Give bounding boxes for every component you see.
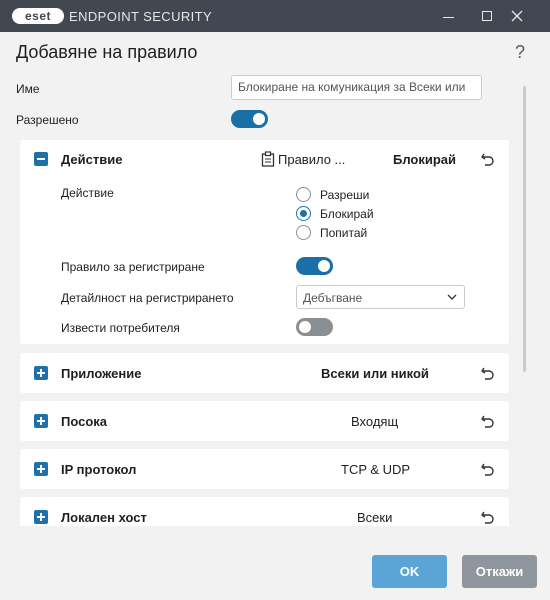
ok-button[interactable]: OK [372, 555, 447, 588]
section-value: Всеки [357, 510, 393, 525]
help-icon[interactable]: ? [515, 42, 525, 63]
action-label: Действие [61, 186, 114, 200]
section-title: Посока [61, 414, 108, 429]
expand-icon[interactable] [34, 510, 48, 524]
radio-block-label[interactable]: Блокирай [320, 207, 374, 221]
enabled-label: Разрешено [16, 113, 79, 127]
minimize-icon [442, 16, 454, 18]
action-section-title: Действие [61, 152, 123, 167]
section-card-application[interactable]: Приложение Всеки или никой [20, 353, 509, 393]
action-section-value: Блокирай [393, 152, 457, 167]
section-card-ip-protocol[interactable]: IP протокол TCP & UDP [20, 449, 509, 489]
log-verbosity-value: Дебъгване [303, 291, 363, 305]
expand-icon[interactable] [34, 462, 48, 476]
log-rule-label: Правило за регистриране [61, 260, 205, 274]
undo-icon[interactable] [480, 413, 496, 429]
log-verbosity-select[interactable]: Дебъгване [296, 285, 465, 309]
radio-ask[interactable] [296, 225, 311, 240]
page-title: Добавяне на правило [16, 42, 198, 62]
undo-icon[interactable] [480, 365, 496, 381]
action-card: Действие Блокирай Действие Правило за ре… [20, 140, 509, 344]
maximize-icon [482, 11, 492, 21]
section-title: IP протокол [61, 462, 137, 477]
section-title: Локален хост [61, 510, 147, 525]
section-value: TCP & UDP [341, 462, 411, 477]
name-label: Име [16, 82, 40, 96]
rule-name-link[interactable]: Правило ... [278, 152, 345, 167]
window-titlebar: eset ENDPOINT SECURITY [0, 0, 550, 32]
undo-icon[interactable] [480, 151, 496, 167]
notify-user-toggle[interactable] [296, 318, 333, 336]
section-title: Приложение [61, 366, 142, 381]
maximize-button[interactable] [470, 0, 504, 32]
radio-allow-label[interactable]: Разреши [320, 188, 369, 202]
section-value: Входящ [351, 414, 399, 429]
eset-logo: eset [12, 8, 64, 24]
expand-icon[interactable] [34, 414, 48, 428]
clipboard-icon [261, 151, 275, 167]
radio-ask-label[interactable]: Попитай [320, 226, 367, 240]
close-icon [511, 10, 523, 22]
close-button[interactable] [500, 0, 534, 32]
chevron-down-icon [447, 294, 457, 300]
section-value: Всеки или никой [321, 366, 429, 381]
radio-allow[interactable] [296, 187, 311, 202]
notify-user-label: Извести потребителя [61, 321, 180, 335]
collapse-icon[interactable] [34, 152, 48, 166]
undo-icon[interactable] [480, 461, 496, 477]
expand-icon[interactable] [34, 366, 48, 380]
name-input[interactable]: Блокиране на комуникация за Всеки или [231, 75, 482, 100]
cancel-button[interactable]: Откажи [462, 555, 537, 588]
log-rule-toggle[interactable] [296, 257, 333, 275]
radio-block[interactable] [296, 206, 311, 221]
minimize-button[interactable] [431, 0, 465, 32]
undo-icon[interactable] [480, 509, 496, 525]
scrollbar[interactable] [523, 86, 526, 372]
app-title: ENDPOINT SECURITY [69, 9, 213, 24]
log-verbosity-label: Детайлност на регистрирането [61, 291, 234, 305]
section-card-direction[interactable]: Посока Входящ [20, 401, 509, 441]
enabled-toggle[interactable] [231, 110, 268, 128]
